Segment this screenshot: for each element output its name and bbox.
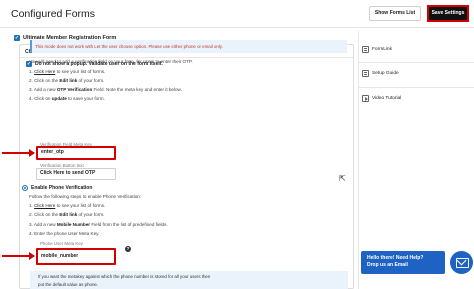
step-text: to save your form. — [66, 96, 105, 101]
verification-intro: You will need to add a verification fiel… — [29, 59, 193, 64]
help-widget[interactable]: Hello there! Need Help? Drop us an Email — [361, 251, 445, 274]
click-here-link[interactable]: Click Here — [34, 203, 55, 208]
note-line-2: put the default value as phone. — [38, 282, 99, 287]
doc-icon — [362, 46, 369, 53]
red-arrow-icon — [2, 149, 35, 157]
step-emphasis: Edit link — [59, 78, 78, 83]
help-question-icon[interactable]: ? — [125, 246, 131, 252]
phone-verification-radio[interactable] — [22, 185, 28, 191]
step-emphasis: Edit link — [59, 212, 78, 217]
doc-icon — [362, 70, 369, 77]
phone-meta-key-input[interactable]: mobile_number — [36, 248, 116, 265]
phone-step1-line: 1. Click Here to see your list of forms. — [29, 203, 105, 208]
form-enabled-checkbox[interactable]: ✓ — [14, 35, 20, 41]
sidebar-item-label: FormLink — [372, 47, 392, 52]
verification-field-input[interactable]: enter_otp — [36, 146, 116, 160]
help-line-2: Drop us an Email — [367, 262, 408, 268]
top-bar: Configured Forms Show Forms List Save Se… — [0, 0, 474, 28]
step-text: Add a new — [33, 87, 57, 92]
step-text: Field from the list of predefined fields… — [90, 222, 168, 227]
note-line-1: If you want the metakey against which th… — [38, 274, 211, 279]
phone-meta-key-label: Phone User Meta Key — [40, 241, 83, 246]
divider — [359, 87, 474, 88]
phone-step3-line: 3. Add a new Mobile Number Field from th… — [29, 222, 168, 227]
step-text: of your form. — [77, 212, 105, 217]
phone-verification-option: Enable Phone Verification — [22, 185, 92, 191]
sidebar-item-setup-guide[interactable]: Setup Guide — [362, 70, 399, 77]
step-text: to see your list of forms. — [55, 69, 106, 74]
phone-step2-line: 2. Click on the Edit link of your form. — [29, 212, 104, 217]
sidebar-item-label: Setup Guide — [372, 71, 399, 76]
step-text: of your form. — [77, 78, 105, 83]
step-text: Enter the phone User Meta Key. — [34, 231, 100, 236]
step3-line: 3. Add a new OTP Verification Field. Not… — [29, 87, 182, 92]
red-arrow-icon — [2, 252, 35, 260]
phone-verification-label: Enable Phone Verification — [31, 185, 93, 191]
video-icon — [362, 95, 369, 102]
divider — [20, 57, 353, 58]
step-emphasis: update — [51, 96, 67, 101]
page-title: Configured Forms — [11, 8, 96, 20]
divider — [359, 62, 474, 63]
mouse-cursor-icon: ⇱ — [339, 174, 346, 183]
help-line-1: Hello there! Need Help? — [367, 255, 424, 261]
save-settings-button[interactable]: Save Settings — [427, 5, 469, 22]
phone-step4-line: 4. Enter the phone User Meta Key. — [29, 231, 99, 236]
mode-warning-notice: This mode does not work with Let the use… — [30, 40, 347, 53]
step-emphasis: OTP Verification — [56, 87, 93, 92]
step-text: Click on — [34, 96, 52, 101]
sidebar-item-formlink[interactable]: FormLink — [362, 46, 392, 53]
metakey-note: If you want the metakey against which th… — [30, 271, 348, 289]
step-emphasis: Mobile Number — [56, 222, 91, 227]
step4-line: 4. Click on update to save your form. — [29, 96, 105, 101]
step1-line: 1. Click Here to see your list of forms. — [29, 69, 105, 74]
sidebar-item-label: Video Tutorial — [372, 96, 402, 101]
click-here-link[interactable]: Click Here — [34, 69, 55, 74]
phone-intro: Follow the following steps to enable Pho… — [29, 194, 142, 199]
button-text-input[interactable]: Click Here to send OTP — [36, 168, 116, 180]
step-text: Click on the — [34, 78, 60, 83]
sidebar-item-video-tutorial[interactable]: Video Tutorial — [362, 95, 401, 102]
show-forms-list-button[interactable]: Show Forms List — [369, 6, 421, 21]
step-text: Click on the — [34, 212, 60, 217]
step-text: to see your list of forms. — [55, 203, 106, 208]
email-icon[interactable] — [450, 251, 473, 274]
step2-line: 2. Click on the Edit link of your form. — [29, 78, 104, 83]
step-text: Add a new — [33, 222, 57, 227]
step-text: Field. Note the meta key and enter it be… — [92, 87, 182, 92]
